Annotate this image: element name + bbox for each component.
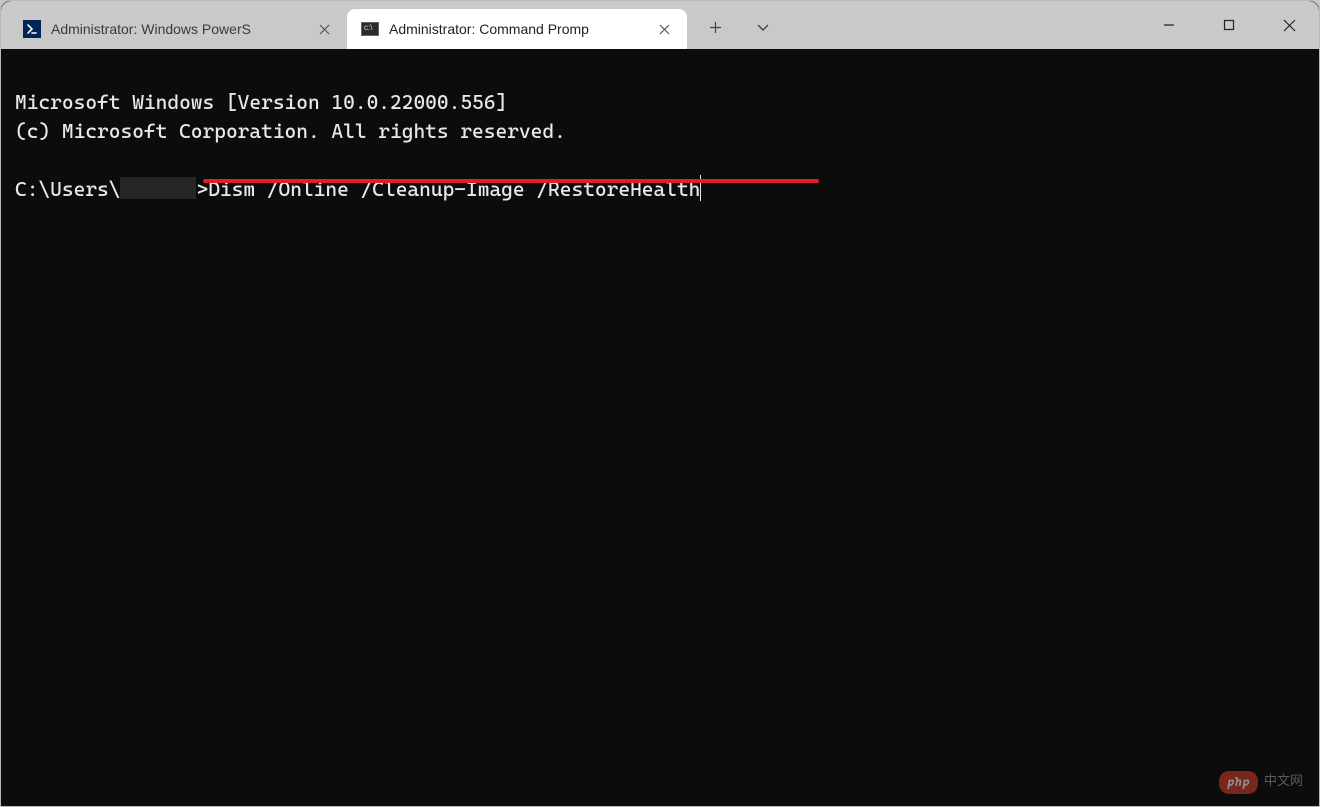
copyright-line: (c) Microsoft Corporation. All rights re… bbox=[15, 119, 566, 143]
redacted-username bbox=[120, 177, 196, 199]
tab-powershell[interactable]: Administrator: Windows PowerS bbox=[9, 9, 347, 49]
tab-cmd[interactable]: c:\ Administrator: Command Promp bbox=[347, 9, 687, 49]
close-icon[interactable] bbox=[653, 18, 675, 40]
new-tab-button[interactable] bbox=[691, 7, 739, 47]
minimize-button[interactable] bbox=[1139, 1, 1199, 49]
powershell-icon bbox=[23, 20, 41, 38]
close-icon[interactable] bbox=[313, 18, 335, 40]
tab-strip: Administrator: Windows PowerS c:\ Admini… bbox=[9, 1, 687, 49]
terminal-content[interactable]: Microsoft Windows [Version 10.0.22000.55… bbox=[1, 49, 1319, 806]
red-underline-annotation bbox=[203, 179, 819, 183]
tab-title: Administrator: Command Promp bbox=[389, 21, 643, 37]
titlebar: Administrator: Windows PowerS c:\ Admini… bbox=[1, 1, 1319, 49]
tab-title: Administrator: Windows PowerS bbox=[51, 21, 303, 37]
terminal-window: Administrator: Windows PowerS c:\ Admini… bbox=[0, 0, 1320, 807]
watermark-badge: php bbox=[1219, 771, 1258, 794]
cmd-icon: c:\ bbox=[361, 20, 379, 38]
maximize-button[interactable] bbox=[1199, 1, 1259, 49]
watermark: php 中文网 bbox=[1219, 771, 1303, 794]
tab-dropdown-button[interactable] bbox=[739, 7, 787, 47]
watermark-text: 中文网 bbox=[1264, 773, 1303, 792]
window-controls bbox=[1139, 1, 1319, 49]
prompt-prefix: C:\Users\ bbox=[15, 177, 120, 201]
version-line: Microsoft Windows [Version 10.0.22000.55… bbox=[15, 90, 507, 114]
tab-actions bbox=[687, 1, 787, 49]
close-window-button[interactable] bbox=[1259, 1, 1319, 49]
